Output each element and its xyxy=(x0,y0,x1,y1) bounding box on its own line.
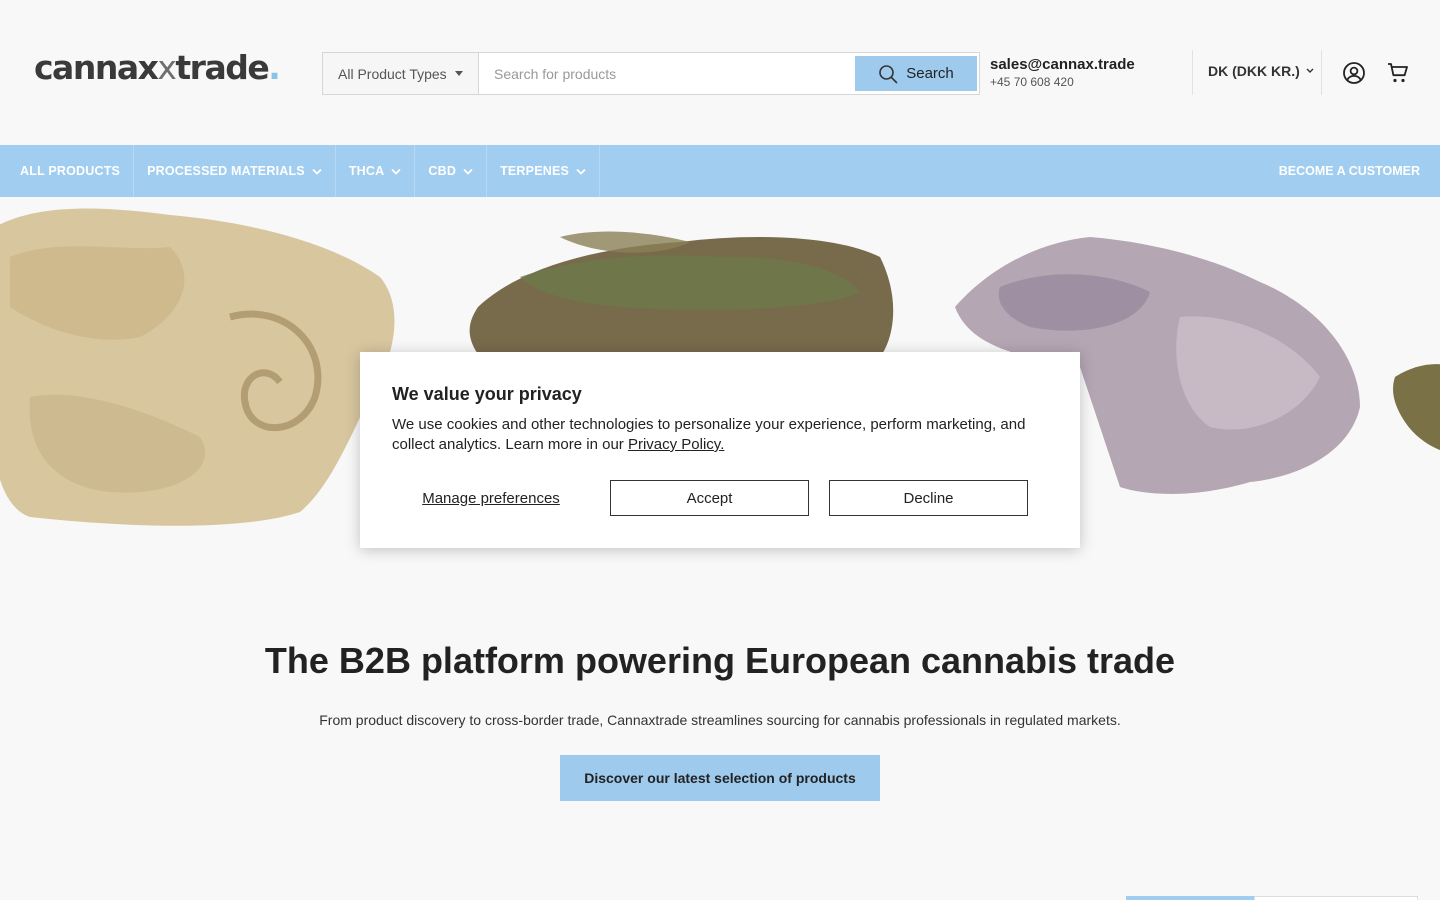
chevron-down-icon xyxy=(463,168,473,175)
hero-headline: The B2B platform powering European canna… xyxy=(264,640,1176,681)
logo-x: x xyxy=(157,48,177,87)
logo-main: cannax xyxy=(34,48,159,87)
nav-item-terpenes[interactable]: TERPENES xyxy=(487,145,601,197)
bottom-tabs xyxy=(1126,896,1418,900)
cart-icon xyxy=(1388,63,1408,83)
account-button[interactable] xyxy=(1341,60,1367,86)
chevron-down-icon xyxy=(1306,68,1314,73)
logo-dot: . xyxy=(268,48,281,87)
nav-item-label: PROCESSED MATERIALS xyxy=(147,164,305,178)
cart-button[interactable] xyxy=(1385,60,1411,86)
tab-indicator[interactable] xyxy=(1254,896,1418,900)
nav-item-label: ALL PRODUCTS xyxy=(20,164,121,178)
nav-item-all-products[interactable]: ALL PRODUCTS xyxy=(0,145,135,197)
search-button[interactable]: Search xyxy=(855,56,977,91)
caret-down-icon xyxy=(454,71,463,76)
discover-products-button[interactable]: Discover our latest selection of product… xyxy=(560,755,880,801)
site-header: cannaxxtrade. All Product Types Search s… xyxy=(0,0,1440,145)
cookie-consent-dialog: We value your privacy We use cookies and… xyxy=(360,352,1080,548)
search-input[interactable] xyxy=(479,53,855,94)
tab-indicator-active[interactable] xyxy=(1126,896,1254,900)
divider xyxy=(1192,50,1193,95)
chevron-down-icon xyxy=(391,168,402,175)
accept-button[interactable]: Accept xyxy=(610,480,809,516)
contact-email[interactable]: sales@cannax.trade xyxy=(990,56,1135,73)
logo[interactable]: cannaxxtrade. xyxy=(34,48,281,87)
privacy-policy-link[interactable]: Privacy Policy. xyxy=(628,436,724,453)
product-type-label: All Product Types xyxy=(338,65,447,82)
main-nav: ALL PRODUCTS PROCESSED MATERIALS THCA CB… xyxy=(0,145,1440,197)
account-icon xyxy=(1343,62,1365,84)
nav-item-thca[interactable]: THCA xyxy=(336,145,416,197)
contact-phone[interactable]: +45 70 608 420 xyxy=(990,75,1135,89)
cookie-text: We use cookies and other technologies to… xyxy=(392,415,1042,455)
nav-item-label: CBD xyxy=(428,164,457,178)
search-button-label: Search xyxy=(906,65,954,82)
chevron-down-icon xyxy=(312,168,322,175)
nav-item-label: TERPENES xyxy=(500,164,570,178)
contact-info: sales@cannax.trade +45 70 608 420 xyxy=(990,56,1135,89)
currency-label: DK (DKK KR.) xyxy=(1208,63,1300,79)
product-type-select[interactable]: All Product Types xyxy=(323,53,479,94)
chevron-down-icon xyxy=(576,168,586,175)
manage-preferences-link[interactable]: Manage preferences xyxy=(392,480,590,516)
cookie-title: We value your privacy xyxy=(392,384,582,404)
search-icon xyxy=(879,64,898,83)
nav-item-label: THCA xyxy=(348,164,385,178)
logo-trade: trade xyxy=(175,48,269,87)
nav-item-cbd[interactable]: CBD xyxy=(415,145,488,197)
cookie-actions: Manage preferences Accept Decline xyxy=(392,480,1028,516)
nav-item-processed-materials[interactable]: PROCESSED MATERIALS xyxy=(134,145,336,197)
hero-subline: From product discovery to cross-border t… xyxy=(319,712,1121,728)
divider xyxy=(1321,50,1322,95)
currency-selector[interactable]: DK (DKK KR.) xyxy=(1208,63,1314,79)
decline-button[interactable]: Decline xyxy=(829,480,1028,516)
search-bar: All Product Types Search xyxy=(322,52,980,95)
become-customer-link[interactable]: BECOME A CUSTOMER xyxy=(1279,145,1420,197)
